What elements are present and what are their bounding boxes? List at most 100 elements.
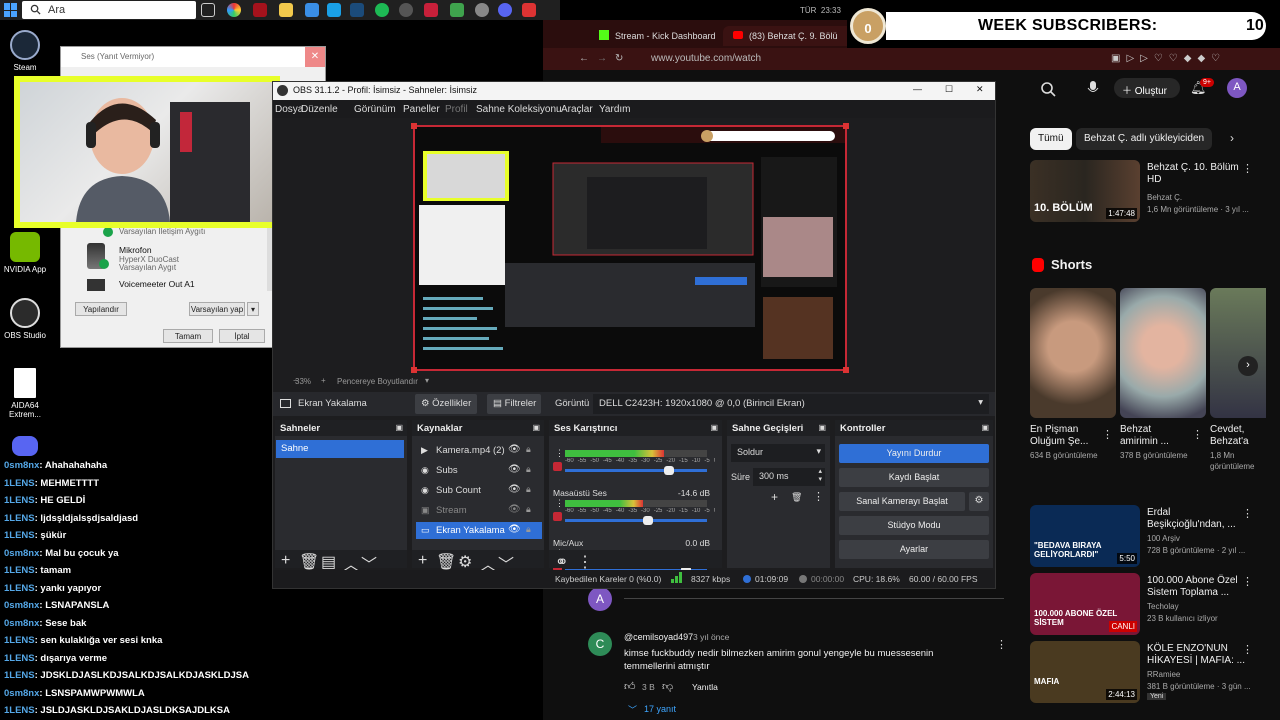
source-item[interactable]: ▭ Ekran Yakalama 👁︎ 🔒︎ <box>416 522 542 539</box>
chat-username[interactable]: 1LENS <box>4 705 35 716</box>
menu-item[interactable]: Araçlar <box>561 104 593 115</box>
chat-username[interactable]: 0sm8nx <box>4 618 39 629</box>
desktop-icon-discord[interactable] <box>0 436 50 459</box>
dock-menu-icon[interactable]: ▣ <box>818 423 826 432</box>
reply-button[interactable]: Yanıtla <box>692 682 718 692</box>
preview-handle[interactable] <box>411 123 417 129</box>
dislike-icon[interactable]: 👎︎ <box>662 680 673 693</box>
filters-button[interactable]: ▤ Filtreler <box>487 394 541 414</box>
chip-all[interactable]: Tümü <box>1030 128 1072 150</box>
start-virtual-camera-button[interactable]: Sanal Kamerayı Başlat <box>839 492 965 511</box>
obs-preview[interactable] <box>411 123 849 373</box>
steam-icon[interactable] <box>350 3 364 17</box>
discord-icon[interactable] <box>498 3 512 17</box>
store-icon[interactable] <box>305 3 319 17</box>
tab-youtube[interactable]: (83) Behzat Ç. 9. Bölü <box>723 26 853 46</box>
user-avatar[interactable]: A <box>1227 78 1247 98</box>
menu-item[interactable]: Profil <box>445 104 468 115</box>
transition-select[interactable]: Soldur ▾ <box>731 444 825 462</box>
chevron-down-icon[interactable]: ▾ <box>425 376 429 385</box>
mic-icon[interactable] <box>1086 80 1100 96</box>
shorts-item[interactable]: Cevdet, Behzat'a 1,8 Mn görüntüleme <box>1210 288 1266 478</box>
duration-input[interactable]: 300 ms ▴ ▾ <box>753 468 825 486</box>
taskbar-search-input[interactable]: Ara <box>22 1 196 19</box>
eye-icon[interactable]: 👁︎ <box>508 504 521 515</box>
settings-icon[interactable] <box>475 3 489 17</box>
shorts-next-button[interactable]: › <box>1238 356 1258 376</box>
more-icon[interactable]: ⋮ <box>813 490 824 503</box>
start-recording-button[interactable]: Kaydı Başlat <box>839 468 989 487</box>
chat-username[interactable]: 1LENS <box>4 513 35 524</box>
chat-username[interactable]: 0sm8nx <box>4 548 39 559</box>
properties-button[interactable]: ⚙ Özellikler <box>415 394 477 414</box>
spotify-icon[interactable] <box>375 3 389 17</box>
dock-menu-icon[interactable]: ▣ <box>395 423 403 432</box>
windows-start-icon[interactable] <box>4 3 18 17</box>
sidebar-video[interactable]: MAFIA 2:44:13 KÖLE ENZO'NUN HİKAYESİ | MAF… <box>1030 641 1270 705</box>
chip-uploader[interactable]: Behzat Ç. adlı yükleyiciden <box>1076 128 1213 150</box>
address-bar[interactable]: ← → ↻ www.youtube.com/watch ▣▷▷♡♡◆◆♡ <box>543 48 1280 70</box>
studio-mode-button[interactable]: Stüdyo Modu <box>839 516 989 535</box>
media-icon[interactable] <box>522 3 536 17</box>
volume-slider[interactable] <box>565 466 707 475</box>
desktop-icon-aida64[interactable]: AIDA64 Extrem... <box>0 368 50 419</box>
menu-item[interactable]: Düzenle <box>301 104 338 115</box>
more-icon[interactable]: ⋮ <box>577 552 593 572</box>
settings-button[interactable]: Ayarlar <box>839 540 989 559</box>
skype-icon[interactable] <box>327 3 341 17</box>
chat-username[interactable]: 1LENS <box>4 530 35 541</box>
trash-icon[interactable]: 🗑︎ <box>299 552 319 572</box>
shorts-item[interactable]: En Pişman Oluğum Şe... 634 B görüntüleme <box>1030 288 1116 478</box>
chat-username[interactable]: 1LENS <box>4 478 35 489</box>
desktop-icon-obs[interactable]: OBS Studio <box>0 298 50 340</box>
volume-slider[interactable] <box>565 516 707 525</box>
back-icon[interactable]: ← <box>579 53 589 64</box>
reload-icon[interactable]: ↻ <box>615 53 623 64</box>
set-default-dropdown[interactable]: ▾ <box>247 302 259 316</box>
create-button[interactable]: ＋ Oluştur <box>1114 78 1180 98</box>
folder-icon[interactable] <box>279 3 293 17</box>
fit-to-window[interactable]: Pencereye Boyutlandır <box>337 377 418 386</box>
device-item-voicemeeter[interactable]: Voicemeeter Out A1 <box>77 277 277 291</box>
recommended-video[interactable]: 10. BÖLÜM 1:47:48 Behzat Ç. 10. Bölüm HD… <box>1030 160 1270 224</box>
source-item[interactable]: ▣ Stream 👁︎ 🔒︎ <box>416 502 542 519</box>
chat-username[interactable]: 1LENS <box>4 635 35 646</box>
cancel-button[interactable]: İptal <box>219 329 265 343</box>
chat-username[interactable]: 1LENS <box>4 653 35 664</box>
replies-toggle[interactable]: 17 yanıt <box>644 704 676 714</box>
configure-button[interactable]: Yapılandır <box>75 302 127 316</box>
gear-icon[interactable]: ⚙ <box>458 552 472 572</box>
preview-handle[interactable] <box>411 367 417 373</box>
more-icon[interactable]: ⋮ <box>1192 428 1203 441</box>
more-icon[interactable]: ⋮ <box>1242 162 1253 175</box>
lock-icon[interactable]: 🔒︎ <box>526 464 531 475</box>
calendar-icon[interactable] <box>424 3 438 17</box>
close-button[interactable]: ✕ <box>305 47 325 67</box>
language-indicator[interactable]: TÜR <box>800 6 816 15</box>
clock-time[interactable]: 23:33 <box>821 6 841 15</box>
lock-icon[interactable]: 🔒︎ <box>526 524 531 535</box>
trash-icon[interactable]: 🗑︎ <box>791 492 802 503</box>
device-item-microphone[interactable]: Mikrofon HyperX DuoCast Varsayılan Aygıt <box>77 241 277 275</box>
desktop-icon-nvidia[interactable]: NVIDIA App <box>0 232 50 274</box>
chat-username[interactable]: 1LENS <box>4 670 35 681</box>
scene-filter-icon[interactable]: ▤ <box>321 552 336 572</box>
dock-menu-icon[interactable]: ▣ <box>532 423 540 432</box>
ok-button[interactable]: Tamam <box>163 329 213 343</box>
preview-handle[interactable] <box>843 123 849 129</box>
shorts-item[interactable]: Behzat amirimin ... 378 B görüntüleme <box>1120 288 1206 478</box>
link-icon[interactable]: ⚭ <box>555 552 568 572</box>
menu-item[interactable]: Görünüm <box>354 104 396 115</box>
set-default-button[interactable]: Varsayılan yap <box>189 302 245 316</box>
menu-item[interactable]: Yardım <box>599 104 631 115</box>
eye-icon[interactable]: 👁︎ <box>508 524 521 535</box>
youtube-search-icon[interactable] <box>1040 81 1056 97</box>
forward-icon[interactable]: → <box>597 53 607 64</box>
add-icon[interactable]: + <box>281 552 290 570</box>
chat-username[interactable]: 1LENS <box>4 495 35 506</box>
stepper-icon[interactable]: ▴ ▾ <box>818 468 822 484</box>
comment-more-icon[interactable]: ⋮ <box>996 638 1007 651</box>
extensions-icon[interactable]: ▣▷▷♡♡◆◆♡ <box>1111 53 1226 64</box>
mute-icon[interactable] <box>553 512 562 521</box>
lock-icon[interactable]: 🔒︎ <box>526 504 531 515</box>
